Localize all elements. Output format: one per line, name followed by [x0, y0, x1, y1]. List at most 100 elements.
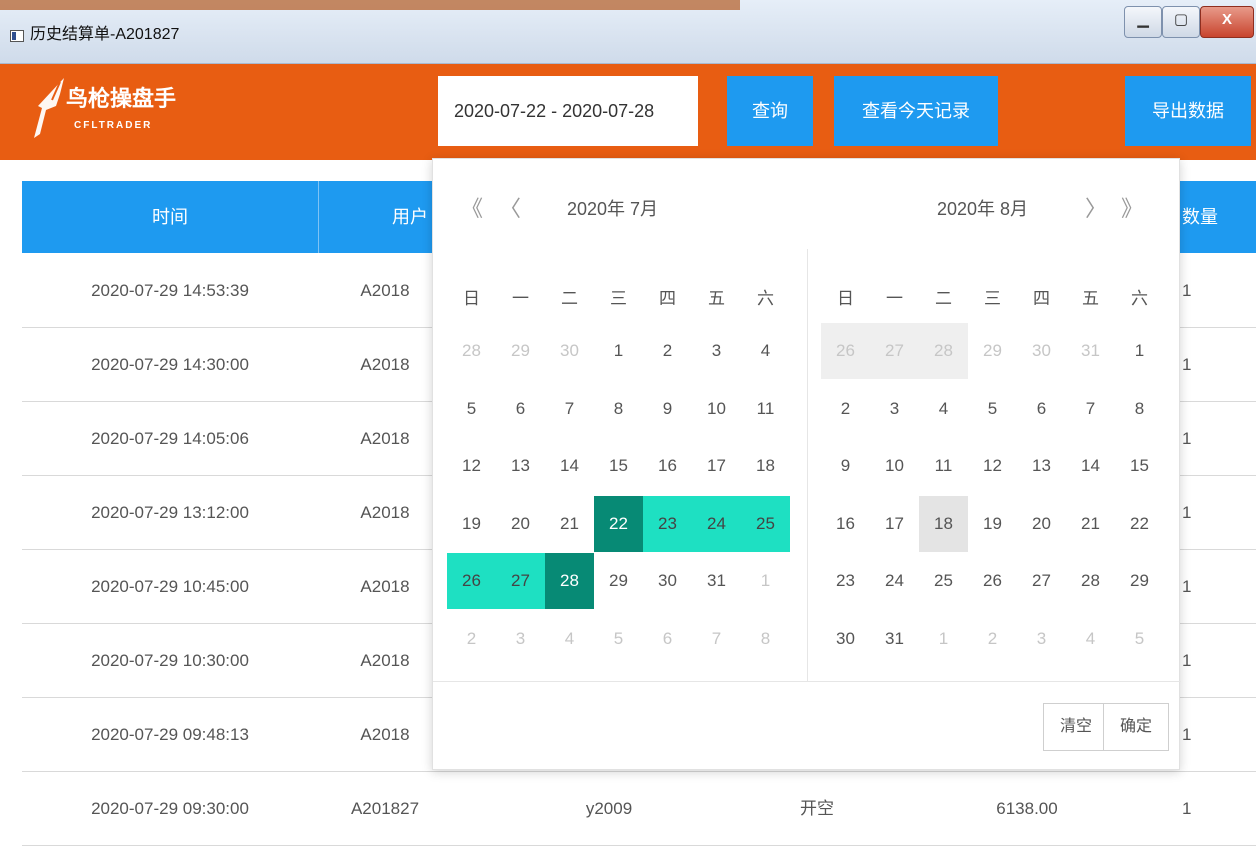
calendar-day-cell[interactable]: 27: [1017, 553, 1066, 609]
calendar-day-cell[interactable]: 12: [447, 438, 496, 494]
calendar-day-cell[interactable]: 29: [594, 553, 643, 609]
next-month-icon[interactable]: 〉: [1085, 189, 1107, 229]
calendar-day-cell[interactable]: 2: [968, 611, 1017, 667]
calendar-day-cell[interactable]: 28: [447, 323, 496, 379]
calendar-day-cell[interactable]: 30: [545, 323, 594, 379]
calendar-day-cell[interactable]: 21: [1066, 496, 1115, 552]
calendar-day-cell[interactable]: 28: [1066, 553, 1115, 609]
calendar-day-cell[interactable]: 10: [692, 381, 741, 437]
calendar-day-cell[interactable]: 1: [1115, 323, 1164, 379]
calendar-day-cell[interactable]: 4: [919, 381, 968, 437]
calendar-day-cell[interactable]: 20: [1017, 496, 1066, 552]
prev-year-icon[interactable]: 《: [461, 189, 483, 229]
table-row[interactable]: 2020-07-29 09:30:00 A201827 y2009 开空 6138.00…: [22, 772, 1256, 846]
calendar-day-cell[interactable]: 30: [1017, 323, 1066, 379]
calendar-day-cell[interactable]: 2: [821, 381, 870, 437]
calendar-day-cell[interactable]: 17: [692, 438, 741, 494]
calendar-day-cell[interactable]: 3: [870, 381, 919, 437]
calendar-day-cell[interactable]: 3: [496, 611, 545, 667]
calendar-day-cell[interactable]: 17: [870, 496, 919, 552]
calendar-day-cell[interactable]: 26: [821, 323, 870, 379]
next-year-icon[interactable]: 》: [1121, 189, 1143, 229]
calendar-day-cell[interactable]: 14: [1066, 438, 1115, 494]
calendar-day-cell[interactable]: 24: [870, 553, 919, 609]
confirm-button[interactable]: 确定: [1103, 703, 1169, 751]
calendar-day-cell[interactable]: 30: [821, 611, 870, 667]
calendar-day-cell[interactable]: 27: [496, 553, 545, 609]
minimize-button[interactable]: ▁: [1124, 6, 1162, 38]
calendar-day-cell[interactable]: 15: [594, 438, 643, 494]
calendar-day-cell[interactable]: 11: [741, 381, 790, 437]
calendar-day-cell[interactable]: 18: [741, 438, 790, 494]
calendar-day-cell[interactable]: 22: [1115, 496, 1164, 552]
calendar-day-cell[interactable]: 30: [643, 553, 692, 609]
calendar-day-cell[interactable]: 26: [447, 553, 496, 609]
calendar-day-cell[interactable]: 12: [968, 438, 1017, 494]
calendar-day-cell[interactable]: 26: [968, 553, 1017, 609]
calendar-day-cell[interactable]: 1: [594, 323, 643, 379]
calendar-day-cell[interactable]: 14: [545, 438, 594, 494]
calendar-day-cell[interactable]: 25: [919, 553, 968, 609]
calendar-day-cell[interactable]: 7: [692, 611, 741, 667]
calendar-day-cell[interactable]: 28: [919, 323, 968, 379]
calendar-day-cell[interactable]: 22: [594, 495, 643, 552]
calendar-day-cell[interactable]: 16: [821, 496, 870, 552]
calendar-day-cell[interactable]: 15: [1115, 438, 1164, 494]
calendar-day-cell[interactable]: 5: [968, 381, 1017, 437]
calendar-day-cell[interactable]: 23: [643, 495, 692, 552]
calendar-day-cell[interactable]: 8: [741, 611, 790, 667]
calendar-day-cell[interactable]: 23: [821, 553, 870, 609]
calendar-day-cell[interactable]: 1: [919, 611, 968, 667]
calendar-day-cell[interactable]: 13: [1017, 438, 1066, 494]
calendar-day-cell[interactable]: 11: [919, 438, 968, 494]
close-button[interactable]: X: [1200, 6, 1254, 38]
prev-month-icon[interactable]: 〈: [499, 189, 521, 229]
calendar-day-cell[interactable]: 20: [496, 496, 545, 552]
calendar-day-cell[interactable]: 3: [692, 323, 741, 379]
calendar-day-cell[interactable]: 7: [1066, 381, 1115, 437]
calendar-day-cell[interactable]: 27: [870, 323, 919, 379]
calendar-day-cell[interactable]: 4: [1066, 611, 1115, 667]
calendar-day-cell[interactable]: 28: [545, 553, 594, 609]
calendar-day-cell[interactable]: 25: [741, 495, 790, 552]
calendar-day-cell[interactable]: 4: [741, 323, 790, 379]
view-today-button[interactable]: 查看今天记录: [834, 76, 998, 146]
calendar-day-cell[interactable]: 19: [447, 496, 496, 552]
calendar-day-cell[interactable]: 24: [692, 495, 741, 552]
calendar-day-cell[interactable]: 4: [545, 611, 594, 667]
calendar-day-cell[interactable]: 19: [968, 496, 1017, 552]
clear-button[interactable]: 清空: [1043, 703, 1109, 751]
calendar-day-cell[interactable]: 8: [594, 381, 643, 437]
calendar-day-cell[interactable]: 31: [870, 611, 919, 667]
calendar-day-cell[interactable]: 5: [1115, 611, 1164, 667]
calendar-day-cell[interactable]: 31: [692, 553, 741, 609]
calendar-day-cell[interactable]: 6: [1017, 381, 1066, 437]
calendar-day-cell[interactable]: 18: [919, 495, 968, 552]
calendar-day-cell[interactable]: 2: [447, 611, 496, 667]
calendar-day-cell[interactable]: 2: [643, 323, 692, 379]
weekday-label: 六: [1131, 289, 1148, 308]
query-button[interactable]: 查询: [727, 76, 813, 146]
calendar-day-cell[interactable]: 1: [741, 553, 790, 609]
calendar-day-cell[interactable]: 7: [545, 381, 594, 437]
calendar-day-cell[interactable]: 9: [643, 381, 692, 437]
date-range-input[interactable]: [438, 76, 698, 146]
calendar-day-cell[interactable]: 29: [496, 323, 545, 379]
calendar-day-cell[interactable]: 5: [594, 611, 643, 667]
calendar-day-cell[interactable]: 21: [545, 496, 594, 552]
calendar-day-cell[interactable]: 9: [821, 438, 870, 494]
export-data-button[interactable]: 导出数据: [1125, 76, 1251, 146]
cell-time: 2020-07-29 14:53:39: [91, 281, 249, 300]
calendar-day-cell[interactable]: 29: [1115, 553, 1164, 609]
calendar-day-cell[interactable]: 5: [447, 381, 496, 437]
calendar-day-cell[interactable]: 13: [496, 438, 545, 494]
calendar-day-cell[interactable]: 29: [968, 323, 1017, 379]
calendar-day-cell[interactable]: 3: [1017, 611, 1066, 667]
calendar-day-cell[interactable]: 16: [643, 438, 692, 494]
calendar-day-cell[interactable]: 6: [643, 611, 692, 667]
calendar-day-cell[interactable]: 6: [496, 381, 545, 437]
calendar-day-cell[interactable]: 10: [870, 438, 919, 494]
calendar-day-cell[interactable]: 31: [1066, 323, 1115, 379]
calendar-day-cell[interactable]: 8: [1115, 381, 1164, 437]
maximize-button[interactable]: ▢: [1162, 6, 1200, 38]
